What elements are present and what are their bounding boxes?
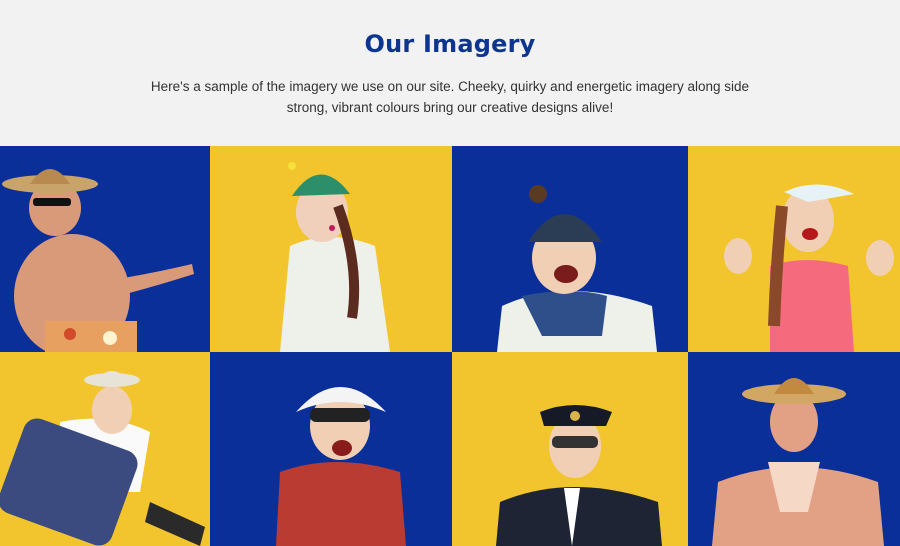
image-tile-man-suitcase-fedora[interactable] (0, 352, 210, 546)
image-tile-woman-sunhat-sunglasses[interactable] (210, 352, 452, 546)
imagery-grid (0, 146, 900, 546)
image-tile-woman-christmas-beanie[interactable] (210, 146, 452, 352)
image-tile-man-sombrero-sunglasses[interactable] (0, 146, 210, 352)
man-suitcase-photo (0, 371, 205, 546)
image-tile-woman-visor-pink-top[interactable] (688, 146, 900, 352)
woman-visor-photo (724, 184, 894, 352)
man-sunburn-photo (712, 378, 884, 546)
woman-sunhat-photo (276, 387, 406, 546)
pilot-photo (496, 405, 662, 546)
man-sombrero-photo (2, 169, 194, 352)
section-title: Our Imagery (364, 30, 536, 58)
image-tile-man-bobble-hat-scarf[interactable] (452, 146, 688, 352)
image-tile-pilot-aviators[interactable] (452, 352, 688, 546)
man-bobble-hat-photo (497, 185, 657, 352)
section-description: Here's a sample of the imagery we use on… (150, 79, 750, 115)
image-tile-man-sombrero-sunburn[interactable] (688, 352, 900, 546)
woman-beanie-photo (280, 162, 390, 352)
imagery-header: Our Imagery Here's a sample of the image… (0, 0, 900, 146)
